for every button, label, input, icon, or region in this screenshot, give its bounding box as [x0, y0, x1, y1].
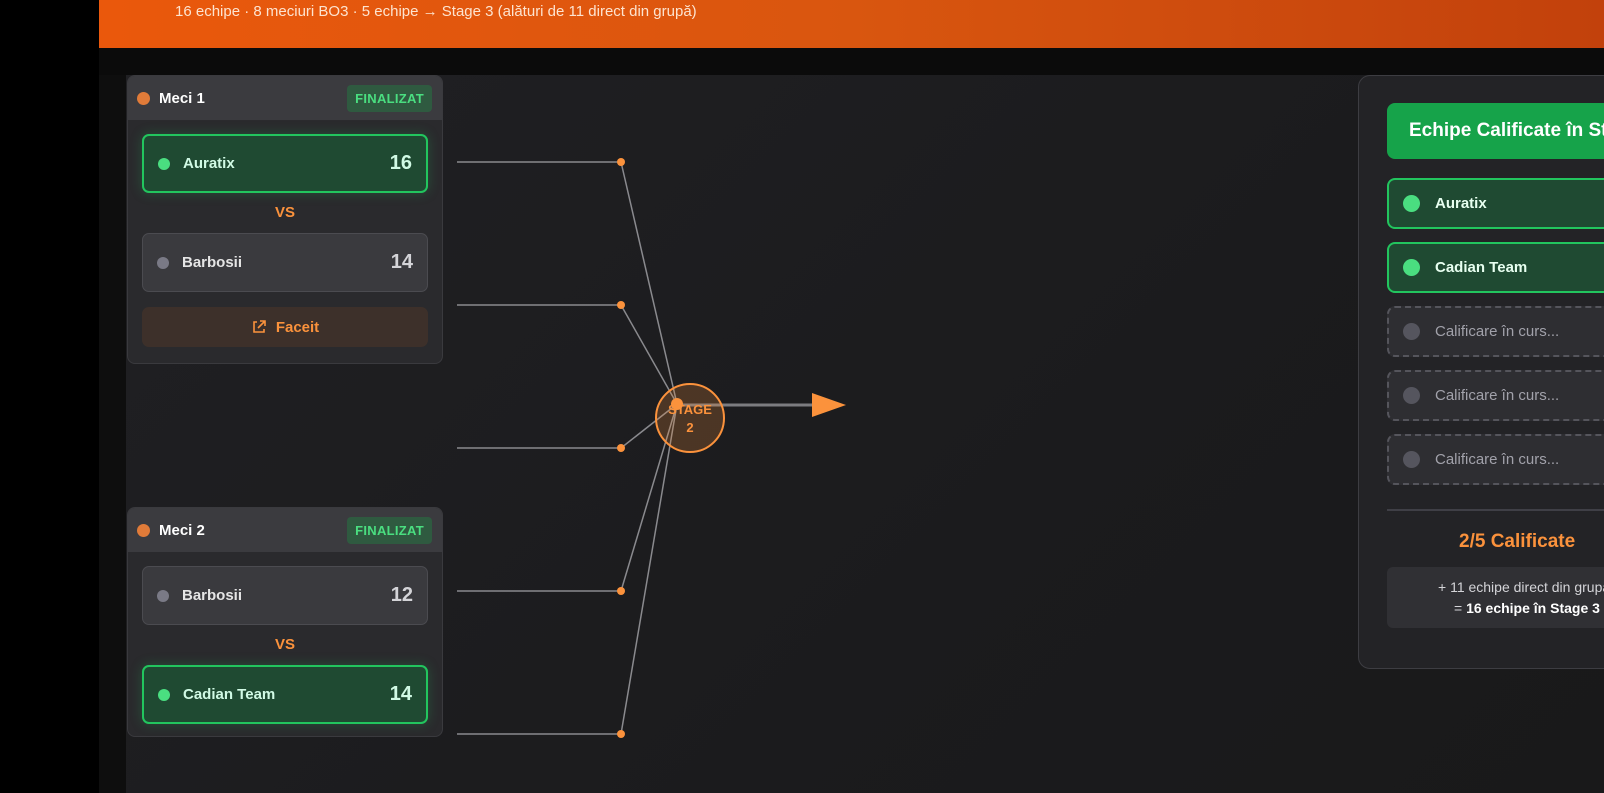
team-score: 16: [389, 152, 412, 174]
team-status-dot: [157, 256, 169, 269]
team-name: Barbosii: [182, 587, 243, 604]
advance-arrow-head: [812, 393, 846, 417]
panel-divider: [1387, 509, 1604, 511]
qualified-panel-title: Echipe Calificate în Stage 3: [1387, 103, 1604, 159]
status-dot: [137, 91, 150, 105]
team-score: 14: [389, 683, 412, 705]
team-name: Cadian Team: [183, 686, 276, 703]
connector-dot: [617, 158, 625, 166]
qualified-slot-1: Auratix: [1387, 178, 1604, 229]
note-prefix: =: [1454, 600, 1467, 616]
qualified-slot-4: Calificare în curs...: [1387, 370, 1604, 421]
faceit-label: Faceit: [275, 318, 320, 336]
converge-line-2: [620, 304, 678, 405]
connector-dot: [617, 301, 625, 309]
connector-dot: [617, 444, 625, 452]
external-link-icon: [253, 320, 266, 333]
team-status-dot: [158, 157, 170, 170]
match-card-2: Meci 2 FINALIZAT Barbosii 12 VS Cadian T…: [127, 507, 443, 737]
connector-dot: [617, 587, 625, 595]
match-header: Meci 2 FINALIZAT: [128, 508, 442, 552]
match-title: Meci 1: [159, 89, 205, 107]
status-badge: FINALIZAT: [347, 84, 432, 112]
team-score: 14: [390, 251, 413, 273]
slot-pending-label: Calificare în curs...: [1435, 323, 1560, 340]
team-row-winner[interactable]: Auratix 16: [142, 134, 428, 193]
slot-status-dot: [1403, 387, 1420, 404]
team-row-winner[interactable]: Cadian Team 14: [142, 665, 428, 724]
qualified-note: + 11 echipe direct din grupă = 16 echipe…: [1387, 567, 1604, 628]
slot-pending-label: Calificare în curs...: [1435, 451, 1560, 468]
team-row-loser[interactable]: Barbosii 14: [142, 233, 428, 292]
team-status-dot: [158, 688, 170, 701]
slot-pending-label: Calificare în curs...: [1435, 387, 1560, 404]
stage-node-label-1: STAGE: [668, 402, 712, 417]
qualified-panel: Echipe Calificate în Stage 3 Auratix Cad…: [1358, 75, 1604, 669]
match-title: Meci 2: [159, 521, 205, 539]
connector-dot: [617, 730, 625, 738]
team-name: Barbosii: [182, 254, 243, 271]
team-name: Auratix: [183, 155, 235, 172]
status-badge: FINALIZAT: [347, 516, 432, 544]
qualified-slot-3: Calificare în curs...: [1387, 306, 1604, 357]
stage-node-label-2: 2: [686, 420, 693, 435]
note-total: 16 echipe în Stage 3: [1466, 600, 1600, 616]
slot-status-dot: [1403, 259, 1420, 276]
vs-label: VS: [274, 204, 295, 221]
qualified-slot-2: Cadian Team: [1387, 242, 1604, 293]
team-row-loser[interactable]: Barbosii 12: [142, 566, 428, 625]
slot-team-name: Cadian Team: [1435, 259, 1528, 276]
qualified-slot-5: Calificare în curs...: [1387, 434, 1604, 485]
vs-label: VS: [274, 636, 295, 653]
team-score: 12: [390, 584, 413, 606]
stage-node: [655, 383, 725, 453]
match-card-1: Meci 1 FINALIZAT Auratix 16 VS Barbosii …: [127, 75, 443, 364]
converge-line-1: [620, 161, 678, 405]
faceit-link-button[interactable]: Faceit: [142, 307, 428, 347]
team-status-dot: [157, 589, 169, 602]
slot-status-dot: [1403, 451, 1420, 468]
match-header: Meci 1 FINALIZAT: [128, 76, 442, 120]
converge-line-5: [620, 403, 678, 735]
note-line-1: + 11 echipe direct din grupă: [1438, 579, 1604, 595]
status-dot: [137, 523, 150, 537]
slot-status-dot: [1403, 323, 1420, 340]
slot-status-dot: [1403, 195, 1420, 212]
slot-team-name: Auratix: [1435, 195, 1487, 212]
note-line-2: = 16 echipe în Stage 3: [1454, 600, 1600, 616]
qualified-count: 2/5 Calificate: [1459, 531, 1576, 552]
